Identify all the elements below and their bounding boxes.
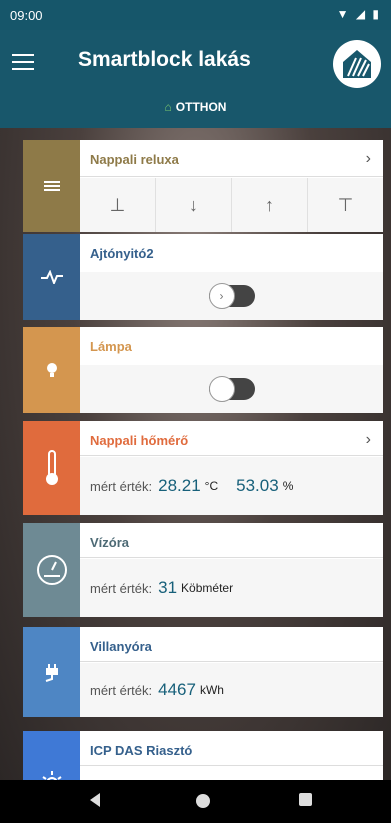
measurement: mért érték: 4467 kWh: [90, 680, 224, 699]
device-name: Lámpa: [90, 339, 132, 354]
blind-up-button[interactable]: ↑: [232, 178, 308, 232]
lamp-toggle[interactable]: [208, 376, 255, 402]
thermometer-icon: [23, 421, 80, 515]
status-icons: ▼ ◢ ▮: [336, 7, 381, 21]
device-list[interactable]: Nappali reluxa › ⊥ ↓ ↑ ⊤ Ajtónyitó2 › Lá…: [0, 128, 391, 780]
device-card-nappali-homero[interactable]: Nappali hőmérő › mért érték: 28.21 °C 53…: [23, 421, 383, 515]
device-card-icp-das-riaszto[interactable]: ICP DAS Riasztó: [23, 731, 383, 780]
home-button-icon[interactable]: [194, 792, 212, 815]
chevron-right-icon[interactable]: ›: [366, 150, 371, 168]
door-toggle[interactable]: ›: [208, 283, 255, 309]
recents-icon[interactable]: [298, 792, 314, 813]
device-card-nappali-reluxa[interactable]: Nappali reluxa › ⊥ ↓ ↑ ⊤: [23, 140, 383, 232]
blinds-icon: [23, 140, 80, 232]
app-title: Smartblock lakás: [78, 48, 251, 71]
temperature-value: 28.21: [158, 476, 201, 495]
status-bar: 09:00 ▼ ◢ ▮: [0, 0, 391, 30]
bulb-icon: [23, 327, 80, 413]
back-icon[interactable]: [88, 792, 102, 813]
device-name: Nappali reluxa: [90, 152, 179, 167]
device-card-lampa[interactable]: Lámpa: [23, 327, 383, 413]
measurement: mért érték: 28.21 °C 53.03 %: [90, 476, 294, 495]
gauge-icon: [23, 523, 80, 617]
blind-down-button[interactable]: ↓: [156, 178, 232, 232]
blind-down-full-button[interactable]: ⊥: [80, 178, 156, 232]
menu-icon[interactable]: [12, 54, 34, 72]
electricity-value: 4467: [158, 680, 196, 699]
water-value: 31: [158, 578, 178, 597]
device-card-villanyora[interactable]: Villanyóra mért érték: 4467 kWh: [23, 627, 383, 717]
alarm-icon: [23, 731, 80, 780]
chevron-right-icon: ›: [208, 283, 235, 309]
pulse-icon: [23, 234, 80, 320]
device-card-vizora[interactable]: Vízóra mért érték: 31 Köbméter: [23, 523, 383, 617]
measurement: mért érték: 31 Köbméter: [90, 578, 234, 597]
app-bar: Smartblock lakás ⌂ OTTHON: [0, 30, 391, 128]
chevron-right-icon[interactable]: ›: [366, 431, 371, 449]
location-label[interactable]: ⌂ OTTHON: [0, 100, 391, 114]
device-name: Villanyóra: [90, 639, 152, 654]
plug-icon: [23, 627, 80, 717]
status-time: 09:00: [10, 8, 43, 23]
android-nav-bar: [0, 780, 391, 823]
blind-up-full-button[interactable]: ⊤: [308, 178, 383, 232]
blind-controls: ⊥ ↓ ↑ ⊤: [80, 178, 383, 232]
logo-icon[interactable]: [333, 40, 381, 88]
device-card-ajtonyito2[interactable]: Ajtónyitó2 ›: [23, 234, 383, 320]
device-name: Vízóra: [90, 535, 130, 550]
device-name: Ajtónyitó2: [90, 246, 154, 261]
home-icon: ⌂: [164, 100, 172, 114]
humidity-value: 53.03: [236, 476, 279, 495]
device-name: ICP DAS Riasztó: [90, 743, 193, 758]
device-name: Nappali hőmérő: [90, 433, 189, 448]
